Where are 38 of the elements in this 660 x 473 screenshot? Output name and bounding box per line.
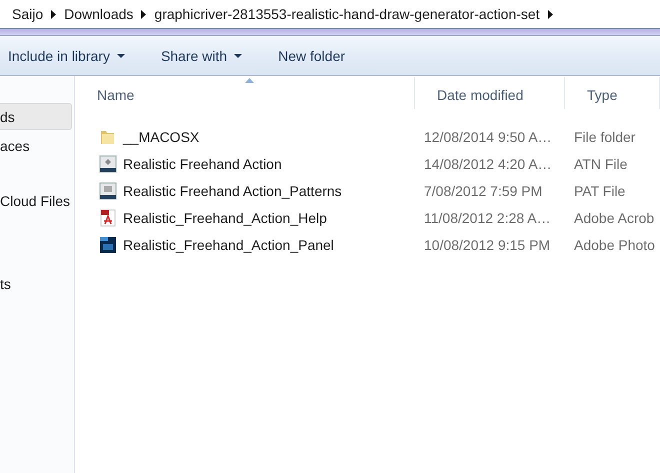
nav-item[interactable]: aces bbox=[0, 132, 72, 159]
file-name[interactable]: Realistic Freehand Action bbox=[75, 154, 415, 172]
type-cell-text: File folder bbox=[573, 128, 636, 144]
pattern-file-icon bbox=[99, 182, 117, 200]
file-name[interactable]: Realistic_Freehand_Action_Panel bbox=[75, 236, 415, 254]
toolbar-button[interactable]: Include in library bbox=[8, 44, 125, 68]
nav-item[interactable]: ts bbox=[0, 270, 72, 297]
column-header[interactable]: Date modified bbox=[415, 77, 565, 109]
photoshop-file-icon bbox=[99, 236, 117, 254]
action-file-icon bbox=[99, 154, 117, 172]
toolbar-button[interactable]: Share with bbox=[160, 44, 242, 68]
caret-icon bbox=[116, 54, 125, 58]
date-cell-text: 10/08/2012 9:15 PM bbox=[423, 236, 552, 252]
breadcrumb-item[interactable]: Saijo bbox=[12, 6, 44, 22]
chevron-right-icon bbox=[51, 10, 56, 18]
chevron-right-icon bbox=[548, 10, 553, 18]
type-cell-text: Adobe Acrob bbox=[573, 210, 656, 226]
file-name[interactable]: __MACOSX bbox=[75, 128, 415, 146]
column-header[interactable]: Name bbox=[75, 77, 415, 109]
sort-ascending-icon bbox=[244, 78, 254, 83]
file-name[interactable]: Realistic_Freehand_Action_Help bbox=[75, 208, 415, 226]
date-cell-text: 7/08/2012 7:59 PM bbox=[423, 182, 544, 198]
chevron-right-icon bbox=[141, 10, 146, 18]
file-name[interactable]: Realistic Freehand Action_Patterns bbox=[75, 182, 415, 200]
pdf-file-icon bbox=[99, 208, 117, 226]
type-cell-text: Adobe Photo bbox=[573, 236, 656, 252]
breadcrumb-item[interactable]: graphicriver-2813553-realistic-hand-draw-generator-action-set bbox=[154, 6, 540, 22]
column-header[interactable]: Type bbox=[565, 77, 660, 109]
date-cell-text: 11/08/2012 2:28 A… bbox=[423, 210, 552, 226]
nav-item[interactable]: ds bbox=[0, 103, 72, 130]
type-cell-text: ATN File bbox=[573, 156, 628, 172]
nav-item[interactable]: Cloud Files bbox=[0, 187, 72, 214]
date-cell-text: 14/08/2012 4:20 A… bbox=[423, 156, 553, 172]
date-cell-text: 12/08/2014 9:50 A… bbox=[423, 128, 553, 144]
toolbar-button[interactable]: New folder bbox=[278, 44, 346, 68]
type-cell-text: PAT File bbox=[573, 182, 626, 198]
breadcrumb-item[interactable]: Downloads bbox=[64, 6, 134, 22]
caret-icon bbox=[234, 54, 242, 58]
